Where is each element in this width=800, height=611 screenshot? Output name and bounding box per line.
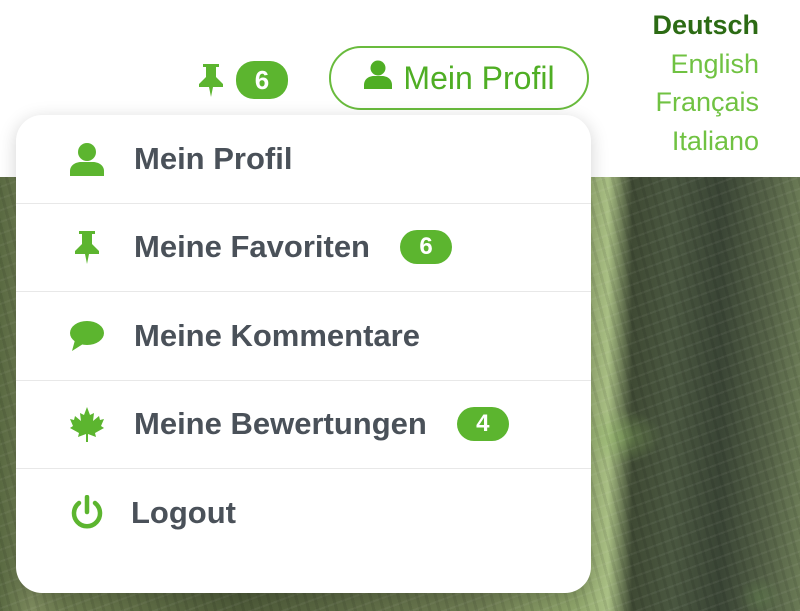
menu-item-label: Mein Profil bbox=[134, 140, 293, 176]
favorites-count-badge: 6 bbox=[236, 61, 288, 99]
maple-leaf-icon bbox=[67, 406, 107, 443]
profile-button-label: Mein Profil bbox=[403, 59, 555, 96]
favorites-count-badge: 6 bbox=[400, 230, 452, 265]
favorites-indicator[interactable]: 6 bbox=[196, 61, 288, 99]
pin-icon bbox=[196, 62, 226, 98]
language-switcher: Deutsch English Français Italiano bbox=[652, 6, 759, 160]
language-italiano[interactable]: Italiano bbox=[652, 122, 759, 161]
menu-item-label: Meine Favoriten bbox=[134, 229, 370, 265]
menu-item-meine-bewertungen[interactable]: Meine Bewertungen 4 bbox=[16, 381, 591, 469]
menu-item-label: Logout bbox=[131, 495, 237, 531]
menu-item-meine-favoriten[interactable]: Meine Favoriten 6 bbox=[16, 204, 591, 292]
user-icon bbox=[363, 59, 393, 97]
page: 6 Mein Profil Deutsch English Français I… bbox=[0, 0, 800, 611]
language-english[interactable]: English bbox=[652, 45, 759, 84]
menu-item-meine-kommentare[interactable]: Meine Kommentare bbox=[16, 292, 591, 381]
power-icon bbox=[67, 495, 107, 531]
user-icon bbox=[67, 142, 107, 176]
ratings-count-badge: 4 bbox=[456, 407, 509, 442]
menu-item-mein-profil[interactable]: Mein Profil bbox=[16, 115, 591, 204]
menu-item-label: Meine Kommentare bbox=[134, 317, 420, 353]
menu-item-label: Meine Bewertungen bbox=[134, 406, 427, 442]
profile-dropdown-menu: Mein Profil Meine Favoriten 6 Meine Komm… bbox=[16, 115, 591, 593]
menu-item-logout[interactable]: Logout bbox=[16, 469, 591, 558]
comment-icon bbox=[67, 320, 107, 352]
language-francais[interactable]: Français bbox=[652, 83, 759, 122]
profile-button[interactable]: Mein Profil bbox=[329, 46, 589, 110]
language-deutsch[interactable]: Deutsch bbox=[652, 6, 759, 45]
pin-icon bbox=[67, 229, 107, 265]
